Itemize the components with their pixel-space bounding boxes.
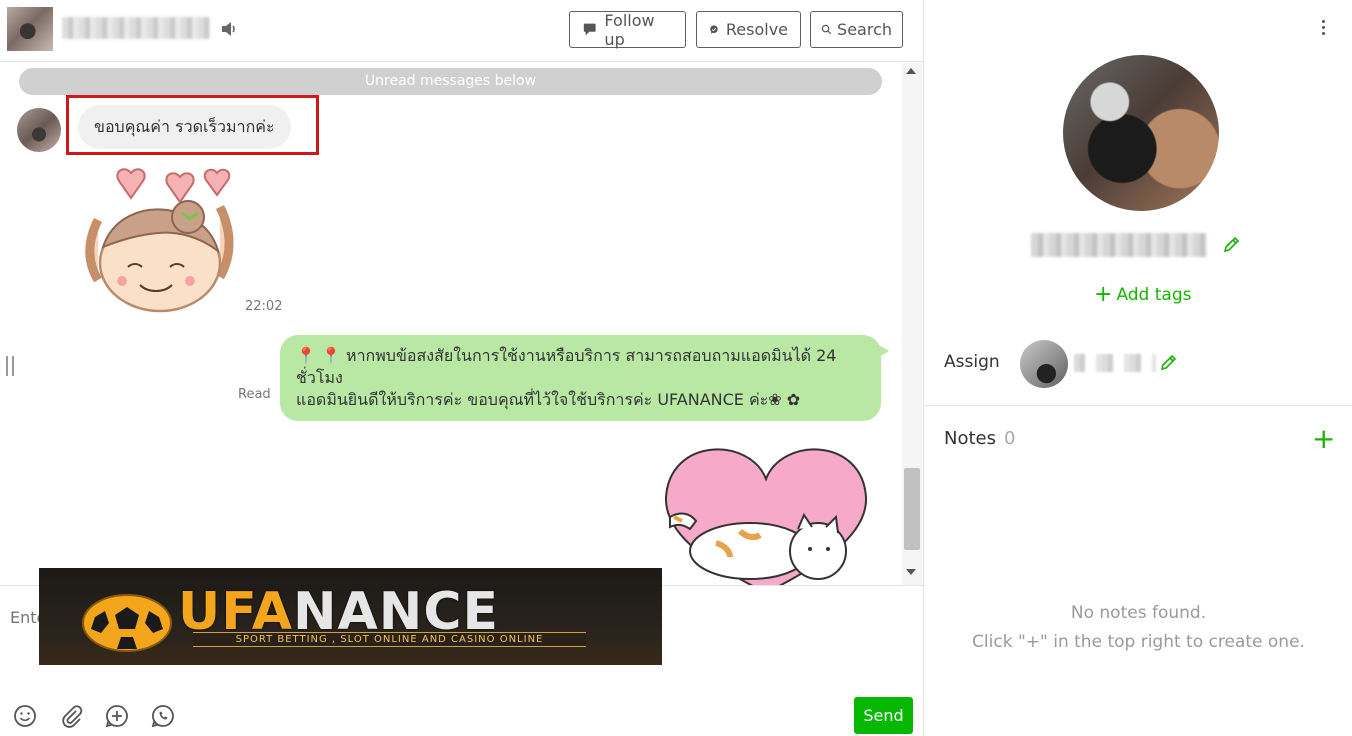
bubble-tail [879, 345, 889, 357]
contact-info-pane: + Add tags Assign Notes 0 + No notes foun… [923, 0, 1352, 736]
follow-up-label: Follow up [604, 10, 655, 49]
chat-header: Follow up Resolve Search [0, 0, 923, 62]
outgoing-line-3: แอดมินยินดีให้บริการค่ะ ขอบคุณที่ไว้ใจใช… [296, 390, 801, 409]
add-tags-label: Add tags [1116, 285, 1192, 305]
add-tags-button[interactable]: + Add tags [1094, 284, 1192, 306]
resolve-label: Resolve [725, 20, 788, 39]
contact-name-redacted [62, 17, 210, 39]
banner-subtitle: SPORT BETTING , SLOT ONLINE AND CASINO O… [193, 632, 586, 647]
outgoing-line-1: 📍 📍 หากพบข้อสงสัยในการใช้งานหรือบริการ ส… [296, 346, 837, 365]
composer: UFANANCE SPORT BETTING , SLOT ONLINE AND… [0, 568, 923, 736]
edit-assignee-pencil-icon[interactable] [1158, 353, 1178, 373]
message-time: 22:02 [245, 299, 283, 314]
scroll-up-arrow-icon[interactable] [906, 68, 916, 74]
unread-divider: Unread messages below [19, 68, 882, 95]
search-icon [821, 24, 832, 35]
add-note-plus-icon[interactable]: + [1312, 424, 1335, 454]
assignee-avatar[interactable] [1020, 340, 1068, 388]
voice-icon[interactable] [150, 703, 176, 729]
resolve-icon [710, 25, 718, 34]
edit-name-pencil-icon[interactable] [1221, 235, 1241, 255]
soccer-ball-icon [82, 594, 172, 652]
sticker-girl-hearts[interactable] [78, 155, 238, 315]
assignee-name-redacted [1074, 354, 1156, 372]
attachment-icon[interactable] [58, 703, 84, 729]
contact-avatar[interactable] [7, 7, 53, 51]
notes-title-label: Notes [944, 428, 996, 449]
search-label: Search [837, 20, 892, 39]
follow-up-icon [583, 23, 596, 36]
more-options-icon[interactable] [1322, 20, 1326, 38]
notes-divider [924, 405, 1352, 406]
search-button[interactable]: Search [810, 11, 903, 48]
assign-label: Assign [944, 352, 1000, 372]
read-status: Read [238, 387, 271, 402]
highlight-annotation [66, 95, 319, 155]
notes-empty-hint: Click "+" in the top right to create one… [972, 632, 1305, 652]
notes-empty-message: No notes found. [1070, 603, 1207, 623]
resize-handle[interactable] [6, 356, 14, 376]
message-scrollbar[interactable] [902, 63, 922, 585]
chat-pane: Follow up Resolve Search Unread messages… [0, 0, 923, 736]
banner-title: UFANANCE [178, 586, 499, 638]
ufanance-banner: UFANANCE SPORT BETTING , SLOT ONLINE AND… [39, 568, 662, 665]
profile-name-redacted [1031, 233, 1207, 257]
follow-up-button[interactable]: Follow up [569, 10, 686, 49]
scroll-thumb[interactable] [904, 468, 920, 550]
add-icon[interactable] [104, 703, 130, 729]
notes-title: Notes 0 [944, 428, 1015, 449]
profile-picture[interactable] [1063, 55, 1219, 211]
outgoing-line-2: ชั่วโมง [296, 368, 343, 387]
outgoing-message[interactable]: 📍 📍 หากพบข้อสงสัยในการใช้งานหรือบริการ ส… [280, 335, 889, 421]
speaker-icon[interactable] [220, 20, 238, 38]
plus-icon: + [1094, 282, 1113, 307]
message-list[interactable]: Unread messages below ขอบคุณค่า รวดเร็วม… [0, 63, 923, 585]
notes-count: 0 [1004, 428, 1016, 449]
scroll-down-arrow-icon[interactable] [906, 569, 916, 575]
sticker-cat-heart[interactable] [660, 439, 872, 585]
send-button[interactable]: Send [854, 697, 913, 734]
resolve-button[interactable]: Resolve [696, 11, 801, 48]
customer-avatar[interactable] [17, 108, 61, 152]
emoji-icon[interactable] [12, 703, 38, 729]
